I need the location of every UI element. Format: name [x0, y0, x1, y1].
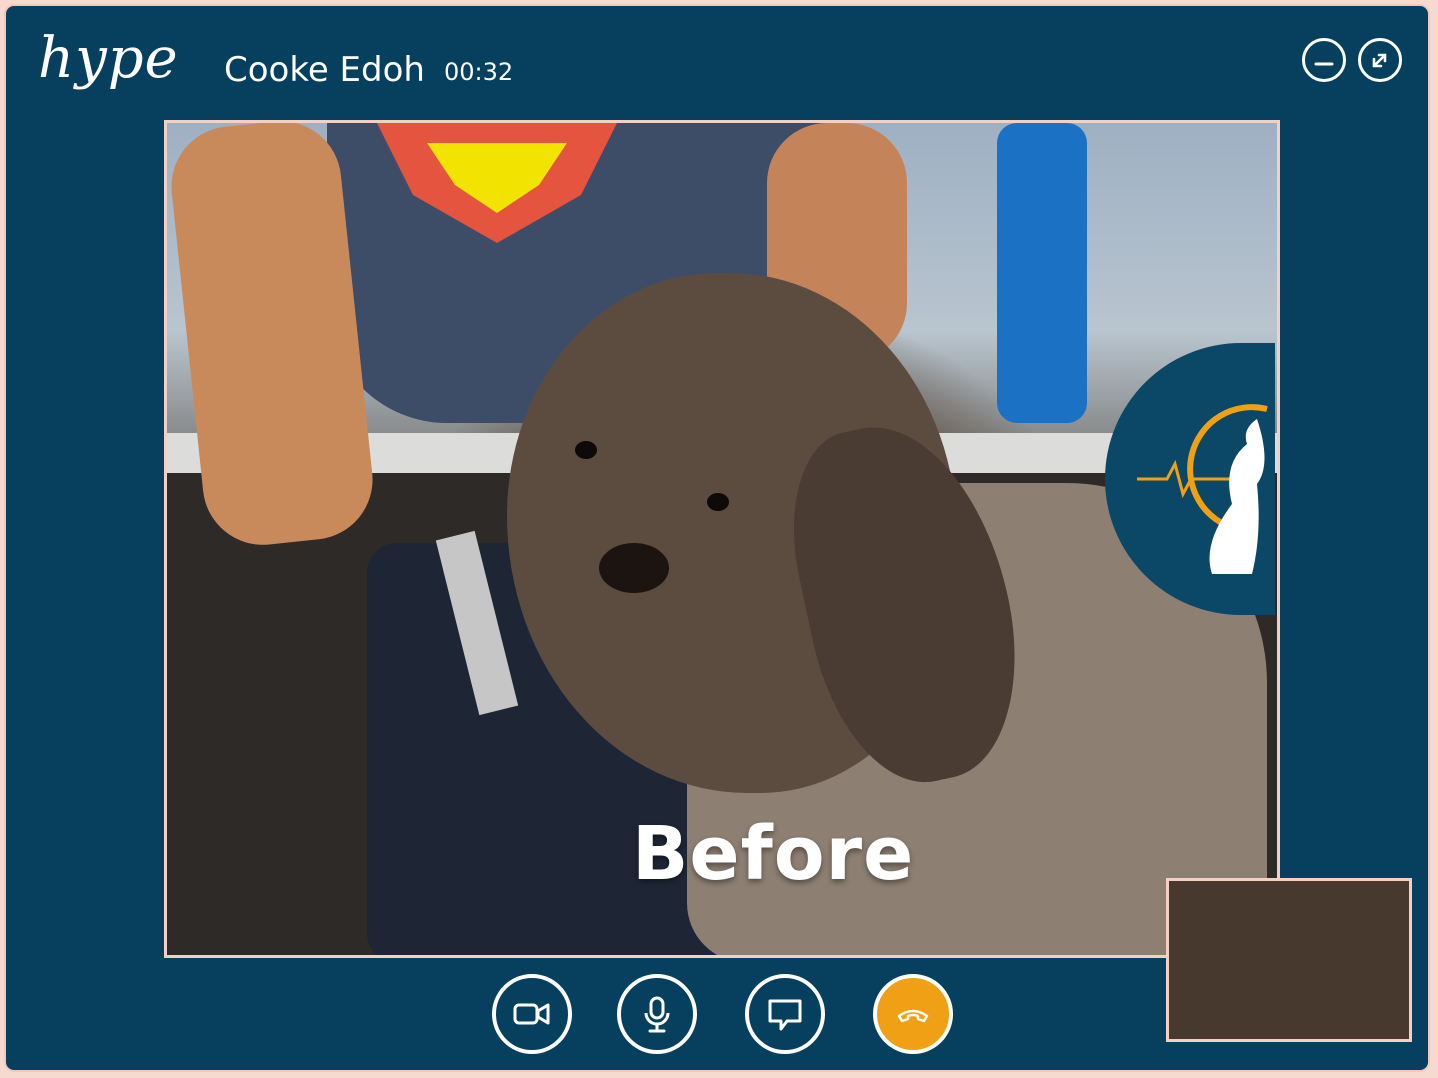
video-toggle-button[interactable]	[492, 974, 572, 1054]
caller-name: Cooke Edoh	[224, 50, 425, 90]
overlay-caption: Before	[632, 811, 915, 897]
dog-eye-left	[575, 441, 597, 459]
call-controls	[490, 972, 960, 1056]
pet-clinic-badge	[1105, 343, 1275, 615]
video-camera-icon	[513, 1003, 550, 1025]
end-call-button[interactable]	[873, 974, 953, 1054]
popout-icon	[1372, 53, 1387, 68]
minimize-icon	[1314, 62, 1334, 66]
self-video-preview[interactable]	[1166, 878, 1412, 1042]
blue-drape	[997, 123, 1087, 423]
video-call-window: hype Cooke Edoh 00:32 Before	[4, 4, 1430, 1072]
chat-bubble-icon	[768, 999, 802, 1031]
pet-clinic-logo-icon	[1137, 404, 1268, 574]
popout-button[interactable]	[1358, 38, 1402, 82]
dog-nose	[599, 543, 669, 593]
chat-button[interactable]	[745, 974, 825, 1054]
microphone-icon	[644, 996, 670, 1033]
call-timer: 00:32	[444, 58, 514, 86]
call-header: hype Cooke Edoh 00:32	[6, 6, 1428, 116]
dog-eye-right	[707, 493, 729, 511]
remote-video: Before	[164, 120, 1280, 958]
app-logo: hype	[38, 26, 179, 91]
hang-up-icon	[897, 1009, 929, 1023]
microphone-toggle-button[interactable]	[617, 974, 697, 1054]
minimize-button[interactable]	[1302, 38, 1346, 82]
